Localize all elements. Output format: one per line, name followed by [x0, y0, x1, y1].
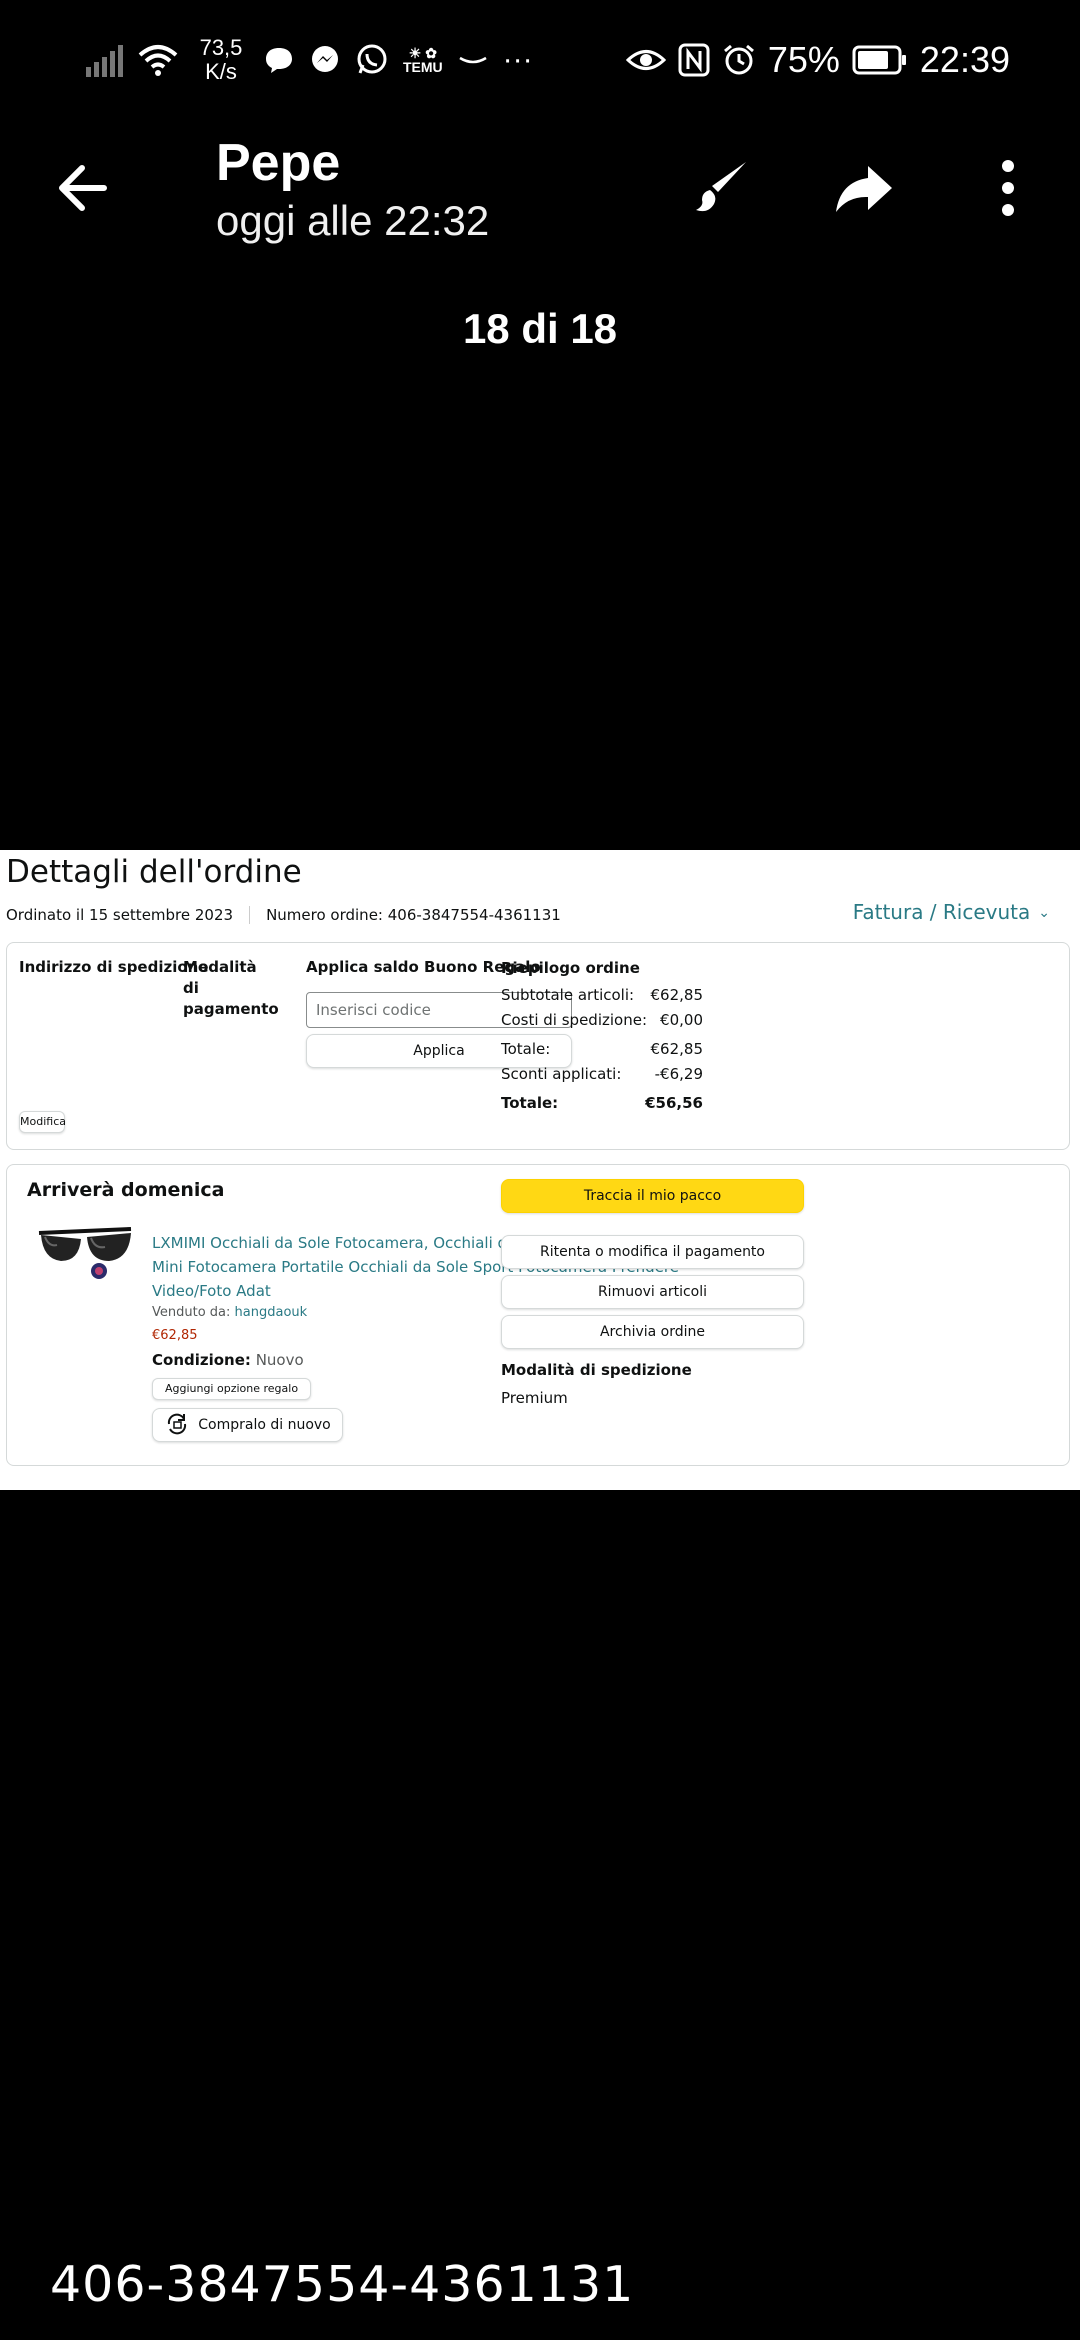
eye-icon: [625, 50, 666, 70]
battery-icon: [852, 45, 906, 75]
whatsapp-icon: [357, 44, 387, 74]
clock: 22:39: [919, 39, 1010, 80]
more-notifications-icon: ···: [502, 43, 533, 76]
summary-row: Sconti applicati: -€6,29: [501, 1065, 703, 1083]
title-block: Pepe oggi alle 22:32: [216, 132, 489, 248]
battery-percent: 75%: [767, 39, 840, 80]
sender-name: Pepe: [216, 134, 341, 192]
order-meta: Ordinato il 15 settembre 2023 Numero ord…: [6, 906, 561, 924]
buy-again-icon: [168, 1413, 187, 1434]
shipment-box: Arriverà domenica LXMIMI Occhiali da Sol…: [6, 1164, 1070, 1466]
image-counter: 18 di 18: [462, 305, 618, 352]
order-summary: Riepilogo ordine Subtotale articoli: €62,…: [501, 957, 703, 1116]
back-arrow-icon[interactable]: [52, 156, 116, 220]
item-condition: Condizione: Nuovo: [152, 1351, 304, 1369]
track-package-button[interactable]: Traccia il mio pacco: [501, 1179, 804, 1213]
payment-method-label: Modalità di pagamento: [183, 958, 279, 1018]
remove-items-button[interactable]: Rimuovi articoli: [501, 1275, 804, 1309]
share-arrow-icon[interactable]: [830, 154, 898, 222]
amazon-icon: [459, 56, 487, 64]
arrival-heading: Arriverà domenica: [27, 1179, 225, 1201]
temu-icon: ☀ ✿ TEMU: [403, 45, 443, 75]
net-speed: 73,5 K/s: [199, 35, 243, 84]
messenger-icon: [312, 46, 338, 72]
more-options-icon[interactable]: [974, 154, 1042, 222]
status-bar: 73,5 K/s ☀ ✿ TEMU ··· 75% 22:39: [0, 0, 1080, 120]
summary-row: Costi di spedizione: €0,00: [501, 1011, 703, 1029]
alarm-icon: [723, 44, 754, 75]
signal-icon: [86, 43, 123, 77]
summary-total-row: Totale: €56,56: [501, 1094, 703, 1112]
order-date: Ordinato il 15 settembre 2023: [6, 906, 234, 924]
archive-order-button[interactable]: Archivia ordine: [501, 1315, 804, 1349]
order-title: Dettagli dell'ordine: [6, 854, 302, 890]
item-price: €62,85: [152, 1328, 198, 1343]
invoice-link[interactable]: Fattura / Ricevuta ⌄: [853, 900, 1050, 924]
order-number: Numero ordine: 406-3847554-4361131: [266, 906, 561, 924]
buy-again-button[interactable]: Compralo di nuovo: [152, 1408, 343, 1442]
shipping-mode-label: Modalità di spedizione: [501, 1361, 692, 1379]
wifi-icon: [138, 45, 178, 76]
image-caption: 406-3847554-4361131: [50, 2256, 635, 2313]
sent-time: oggi alle 22:32: [216, 197, 490, 244]
divider: [249, 906, 251, 924]
shipping-mode-value: Premium: [501, 1389, 568, 1407]
viewer-app-bar: Pepe oggi alle 22:32: [0, 120, 1080, 260]
sold-by: Venduto da: hangdaouk: [152, 1305, 308, 1320]
summary-title: Riepilogo ordine: [501, 959, 640, 977]
seller-link[interactable]: hangdaouk: [235, 1305, 308, 1320]
edit-button[interactable]: Modifica: [19, 1111, 66, 1133]
shared-image-order-details[interactable]: Dettagli dell'ordine Ordinato il 15 sett…: [0, 850, 1080, 1490]
chat-bubble-icon: [266, 48, 292, 73]
order-info-box: Indirizzo di spedizione Modalità di paga…: [6, 942, 1070, 1150]
product-image[interactable]: [35, 1221, 135, 1281]
add-gift-option-button[interactable]: Aggiungi opzione regalo: [152, 1378, 311, 1400]
retry-payment-button[interactable]: Ritenta o modifica il pagamento: [501, 1235, 804, 1269]
shipping-address-label: Indirizzo di spedizione: [19, 958, 209, 976]
summary-row: Totale: €62,85: [501, 1040, 703, 1058]
summary-row: Subtotale articoli: €62,85: [501, 986, 703, 1004]
nfc-icon: [678, 43, 710, 77]
chevron-down-icon: ⌄: [1038, 905, 1050, 921]
brush-icon[interactable]: [688, 154, 756, 222]
